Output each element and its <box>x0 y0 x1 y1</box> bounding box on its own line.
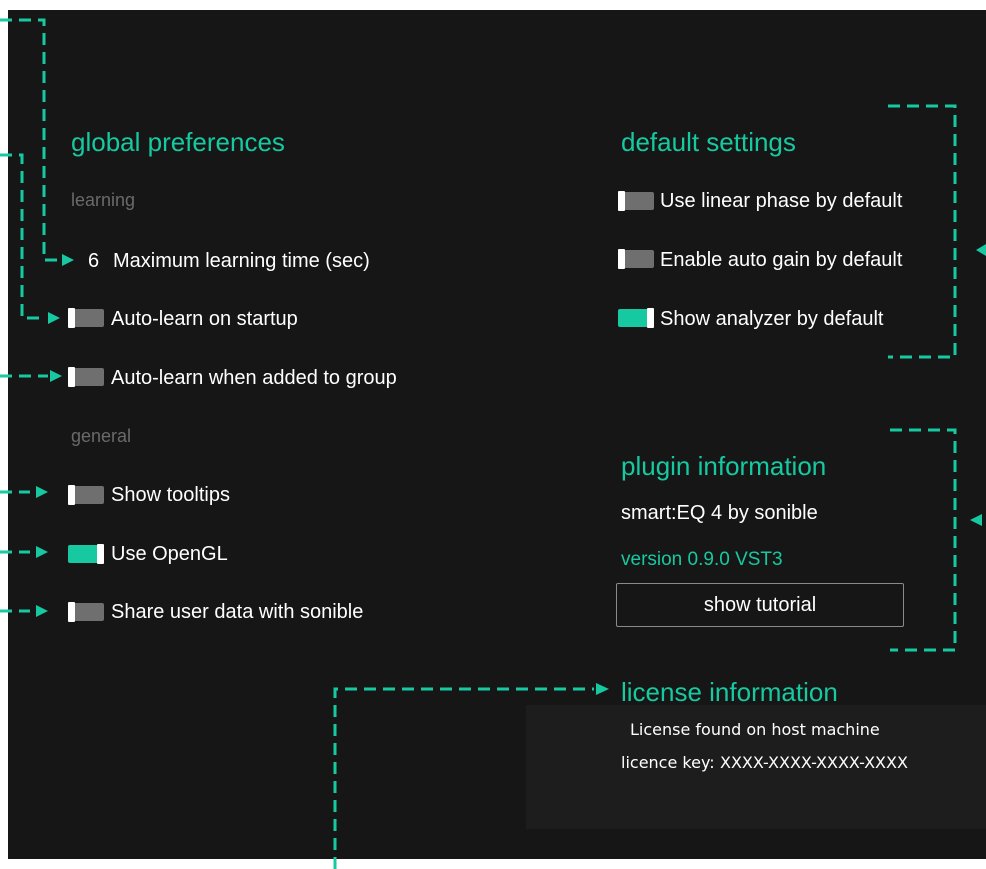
arrow-icon <box>62 254 74 266</box>
callout-line-max-time <box>0 18 62 262</box>
callout-bracket-plugin <box>890 428 957 652</box>
arrow-icon <box>36 486 48 498</box>
arrow-icon <box>48 312 60 324</box>
arrow-icon <box>970 514 982 526</box>
callout-line-startup <box>0 153 44 320</box>
annotation-callouts <box>0 18 986 869</box>
callout-bracket-default <box>888 104 957 359</box>
arrow-icon <box>36 605 48 617</box>
arrow-icon <box>976 244 986 256</box>
arrow-icon <box>50 370 62 382</box>
arrow-icon <box>36 546 48 558</box>
callout-line-license <box>333 687 594 869</box>
arrow-icon <box>596 683 609 695</box>
